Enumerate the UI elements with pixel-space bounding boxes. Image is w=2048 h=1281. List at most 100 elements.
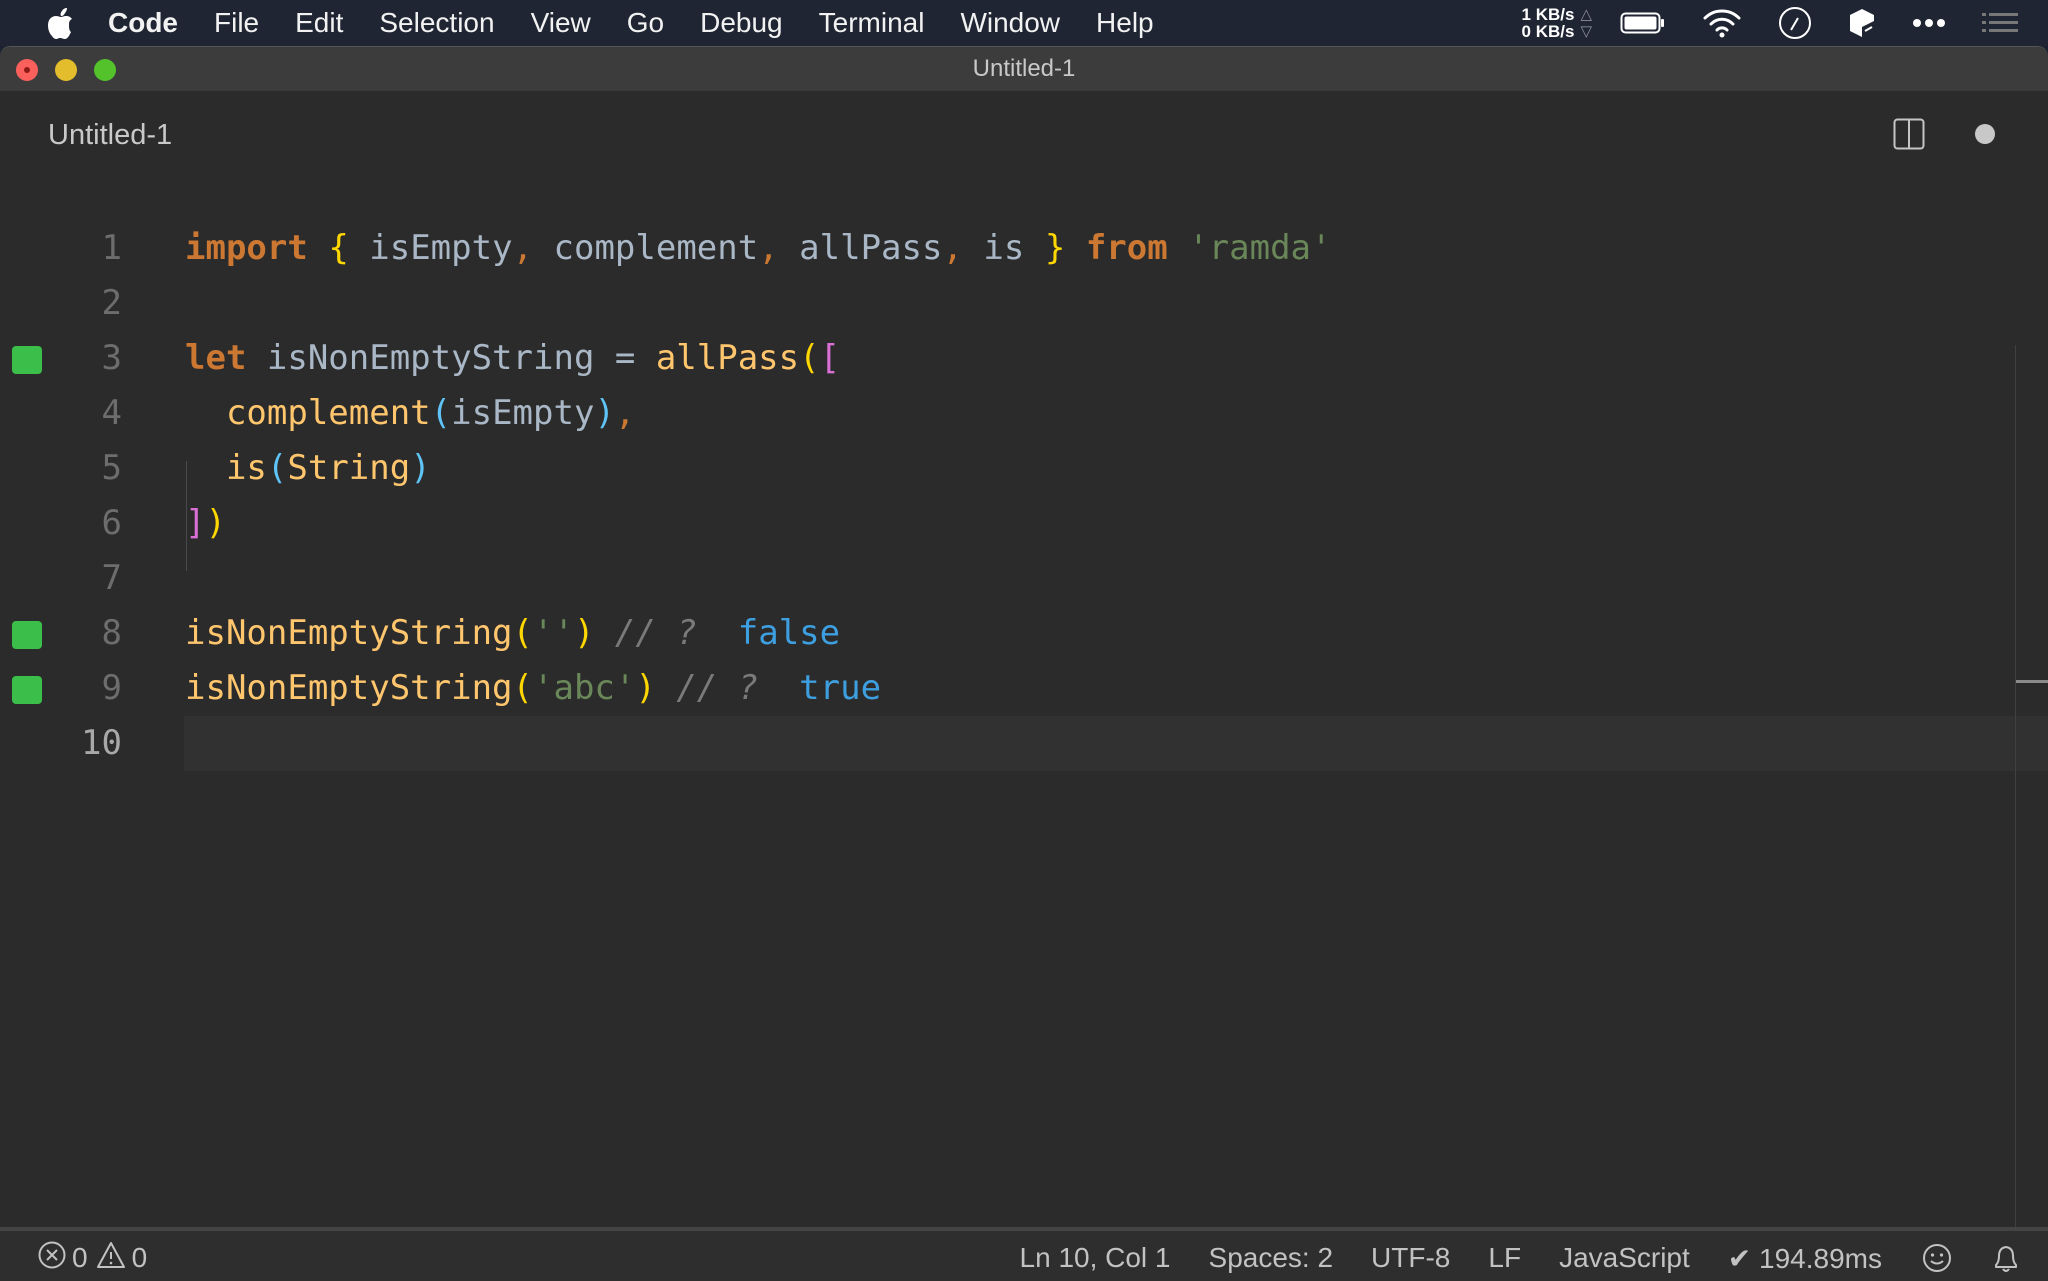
code-line[interactable]: 6 ]) [0, 496, 2048, 551]
line-number: 3 [101, 338, 122, 378]
code-token: ] [185, 503, 206, 543]
code-token: ( [512, 613, 533, 653]
code-token: ) [573, 613, 595, 653]
error-icon [38, 1241, 66, 1276]
menu-window[interactable]: Window [960, 7, 1060, 39]
menu-view[interactable]: View [531, 7, 591, 39]
notification-center-icon[interactable] [1982, 12, 2018, 34]
line-number: 5 [101, 448, 122, 488]
code-line[interactable]: 5 is(String) [0, 441, 2048, 496]
unsaved-changes-dot-icon[interactable] [1975, 124, 1995, 144]
feedback-smiley-icon[interactable] [1922, 1243, 1952, 1273]
code-token: , [758, 228, 779, 268]
net-upload-speed: 1 KB/s [1521, 5, 1575, 24]
minimize-window-button[interactable] [55, 59, 77, 81]
menu-help[interactable]: Help [1096, 7, 1154, 39]
code-token: // ? [655, 668, 759, 708]
code-text: is(String) [185, 441, 431, 496]
menu-terminal[interactable]: Terminal [819, 7, 925, 39]
code-text: isNonEmptyString('abc') // ? true [185, 661, 881, 716]
code-line[interactable]: 2 [0, 276, 2048, 331]
code-text: import { isEmpty, complement, allPass, i… [185, 221, 1331, 276]
split-editor-icon[interactable] [1893, 118, 1925, 150]
code-token: ) [205, 503, 226, 543]
error-count: 0 [72, 1242, 88, 1273]
code-line[interactable]: 7 [0, 551, 2048, 606]
code-token: ) [410, 448, 431, 488]
window-title: Untitled-1 [972, 55, 1076, 82]
indentation-setting[interactable]: Spaces: 2 [1209, 1242, 1334, 1274]
code-token: [ [819, 338, 841, 378]
code-editor[interactable]: 1 import { isEmpty, complement, allPass,… [0, 171, 2048, 1245]
menu-bar-tray: 1 KB/s 0 KB/s △ ▽ [1522, 0, 2048, 46]
code-token: , [614, 393, 636, 433]
menu-edit[interactable]: Edit [295, 7, 343, 39]
code-token: allPass [655, 338, 800, 378]
wifi-icon[interactable] [1702, 8, 1742, 38]
apple-menu-icon[interactable] [40, 7, 80, 39]
notifications-bell-icon[interactable] [1992, 1242, 2020, 1274]
code-line[interactable]: 9 isNonEmptyString('abc') // ? true [0, 661, 2048, 716]
network-speed[interactable]: 1 KB/s 0 KB/s [1522, 6, 1575, 40]
warning-icon [96, 1241, 126, 1276]
code-token: isNonEmptyString = [246, 338, 656, 378]
net-arrows-icon: △ ▽ [1580, 6, 1592, 40]
maximize-window-button[interactable] [94, 59, 116, 81]
quokka-timing[interactable]: ✔ 194.89ms [1728, 1242, 1882, 1275]
code-token: ( [799, 338, 820, 378]
code-line[interactable]: 8 isNonEmptyString('') // ? false [0, 606, 2048, 661]
code-token: ( [266, 448, 288, 488]
code-token: isEmpty [451, 393, 595, 433]
code-line[interactable]: 3 let isNonEmptyString = allPass([ [0, 331, 2048, 386]
battery-icon[interactable] [1620, 11, 1666, 35]
code-token: isNonEmptyString [185, 613, 513, 653]
window-title-bar[interactable]: Untitled-1 [0, 47, 2048, 91]
close-window-button[interactable] [16, 59, 38, 81]
code-token: complement [533, 228, 759, 268]
menu-debug[interactable]: Debug [700, 7, 783, 39]
code-token: isNonEmptyString [185, 668, 513, 708]
file-encoding[interactable]: UTF-8 [1371, 1242, 1450, 1274]
code-text: ]) [185, 496, 226, 551]
clock-icon[interactable] [1778, 6, 1812, 40]
coverage-marker-icon [12, 346, 42, 374]
code-token: , [942, 228, 963, 268]
line-number: 10 [81, 723, 122, 763]
more-icon[interactable] [1912, 18, 1946, 28]
menu-selection[interactable]: Selection [379, 7, 494, 39]
end-of-line[interactable]: LF [1488, 1242, 1521, 1274]
tab-untitled-1[interactable]: Untitled-1 [48, 119, 172, 152]
code-text: complement(isEmpty), [185, 386, 635, 441]
menu-app-code[interactable]: Code [108, 7, 178, 39]
code-token: ( [512, 668, 533, 708]
scrollbar-thumb[interactable] [2016, 680, 2048, 683]
window-controls [16, 59, 133, 81]
code-token: ) [594, 393, 615, 433]
cursor-position[interactable]: Ln 10, Col 1 [1020, 1242, 1171, 1274]
problems-indicator[interactable]: 0 0 [38, 1241, 155, 1276]
coverage-marker-icon [12, 676, 42, 704]
dropbox-icon[interactable] [1848, 7, 1876, 39]
code-line[interactable]: 4 complement(isEmpty), [0, 386, 2048, 441]
code-line[interactable]: 1 import { isEmpty, complement, allPass,… [0, 221, 2048, 276]
menu-file[interactable]: File [214, 7, 259, 39]
status-bar-right: Ln 10, Col 1 Spaces: 2 UTF-8 LF JavaScri… [982, 1242, 2020, 1275]
code-token: String [287, 448, 411, 488]
line-number: 9 [101, 668, 122, 708]
code-token: // ? [594, 613, 697, 653]
macos-menu-bar: Code File Edit Selection View Go Debug T… [0, 0, 2048, 46]
code-line-current[interactable]: 10 [0, 716, 2048, 771]
code-token: import [185, 228, 308, 268]
code-token: ) [635, 668, 656, 708]
warning-count: 0 [131, 1242, 148, 1273]
code-token: let [185, 338, 247, 378]
language-mode[interactable]: JavaScript [1559, 1242, 1690, 1274]
code-token: '' [533, 613, 574, 653]
menu-go[interactable]: Go [627, 7, 664, 39]
code-token: is [225, 448, 267, 488]
